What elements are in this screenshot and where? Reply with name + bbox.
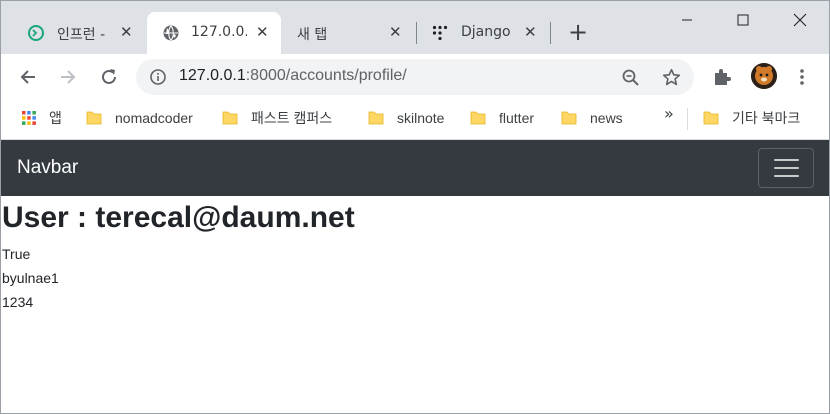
window-close-button[interactable] (777, 6, 823, 34)
back-arrow-icon (20, 70, 35, 84)
tab-title: Django (461, 24, 511, 40)
menu-kebab-icon[interactable] (799, 68, 805, 86)
folder-icon (86, 111, 102, 125)
page-title: User : terecal@daum.net (2, 201, 355, 234)
folder-icon (368, 111, 384, 125)
tab-django[interactable]: Django ✕ (420, 12, 548, 54)
profile-content: User : terecal@daum.net True byulnae1 12… (2, 198, 355, 314)
apps-grid-icon (22, 111, 36, 125)
tab-title: 인프런 - (57, 27, 106, 43)
bookmark-label: nomadcoder (115, 110, 193, 126)
hamburger-icon-bar (774, 159, 799, 161)
folder-icon (222, 111, 238, 125)
folder-icon (703, 111, 719, 125)
url-text[interactable]: 127.0.0.1:8000/accounts/profile/ (179, 67, 407, 85)
tab-strip: 인프런 - ✕ 127.0.0.1 ✕ 새 탭 ✕ Django ✕ + (0, 0, 830, 54)
bookmark-label: 앱 (49, 110, 62, 126)
django-icon (432, 25, 448, 41)
maximize-button[interactable] (720, 6, 766, 34)
tab-close-button[interactable]: ✕ (389, 23, 402, 41)
url-path: :8000/accounts/profile/ (245, 67, 407, 84)
tab-close-button[interactable]: ✕ (256, 23, 269, 41)
site-navbar: Navbar (0, 140, 830, 196)
profile-field: byulnae1 (2, 270, 59, 286)
bookmark-apps[interactable]: 앱 (21, 108, 62, 128)
bookmarks-bar: 앱 nomadcoder 패스트 캠퍼스 skilnote flutter ne… (0, 100, 830, 140)
bookmark-label: flutter (499, 110, 535, 126)
reload-icon (102, 69, 116, 84)
bookmark-star-icon[interactable] (662, 68, 681, 87)
bookmark-folder-other[interactable]: 기타 북마크 (703, 108, 800, 128)
profile-avatar[interactable] (751, 63, 777, 89)
tab-separator (416, 22, 417, 44)
bookmark-folder-fastcampus[interactable]: 패스트 캠퍼스 (222, 108, 332, 128)
forward-arrow-icon (61, 70, 76, 84)
back-button[interactable] (13, 62, 43, 92)
info-icon[interactable] (150, 69, 166, 85)
zoom-icon[interactable] (622, 69, 640, 87)
bookmarks-separator (687, 108, 688, 130)
close-icon (793, 13, 807, 27)
hamburger-icon-bar (774, 167, 799, 169)
tab-separator (550, 22, 551, 44)
bookmark-label: news (590, 110, 623, 126)
profile-field: True (2, 246, 31, 262)
tab-title: 새 탭 (297, 27, 328, 43)
bookmark-label: 패스트 캠퍼스 (251, 110, 333, 126)
minimize-icon (682, 19, 692, 21)
inflearn-icon (28, 25, 44, 41)
tab-inflearn[interactable]: 인프런 - ✕ (16, 12, 144, 54)
browser-toolbar: 127.0.0.1:8000/accounts/profile/ (0, 54, 830, 100)
bookmark-folder-flutter[interactable]: flutter (470, 108, 534, 128)
tab-close-button[interactable]: ✕ (120, 23, 133, 41)
navbar-brand[interactable]: Navbar (17, 157, 78, 179)
bookmark-label: 기타 북마크 (732, 110, 801, 126)
minimize-button[interactable] (664, 6, 710, 34)
bookmark-folder-nomadcoder[interactable]: nomadcoder (86, 108, 193, 128)
avatar-image-icon (751, 63, 777, 89)
forward-button[interactable] (53, 62, 83, 92)
maximize-icon (737, 14, 749, 26)
bookmark-label: skilnote (397, 110, 445, 126)
tab-new-tab[interactable]: 새 탭 ✕ (282, 12, 408, 54)
globe-icon (163, 25, 179, 41)
address-bar[interactable]: 127.0.0.1:8000/accounts/profile/ (136, 59, 694, 95)
new-tab-button[interactable]: + (566, 19, 590, 45)
extensions-puzzle-icon[interactable] (712, 67, 732, 87)
bookmarks-overflow-button[interactable]: » (664, 104, 674, 123)
tab-localhost[interactable]: 127.0.0.1 ✕ (147, 12, 281, 54)
hamburger-icon-bar (774, 175, 799, 177)
bookmark-folder-skilnote[interactable]: skilnote (368, 108, 444, 128)
folder-icon (470, 111, 486, 125)
reload-button[interactable] (94, 62, 124, 92)
tab-close-button[interactable]: ✕ (524, 23, 537, 41)
tab-title: 127.0.0.1 (191, 24, 247, 40)
url-host: 127.0.0.1 (179, 67, 246, 84)
bookmark-folder-news[interactable]: news (561, 108, 623, 128)
folder-icon (561, 111, 577, 125)
navbar-toggler-button[interactable] (758, 148, 814, 188)
profile-field: 1234 (2, 294, 34, 310)
